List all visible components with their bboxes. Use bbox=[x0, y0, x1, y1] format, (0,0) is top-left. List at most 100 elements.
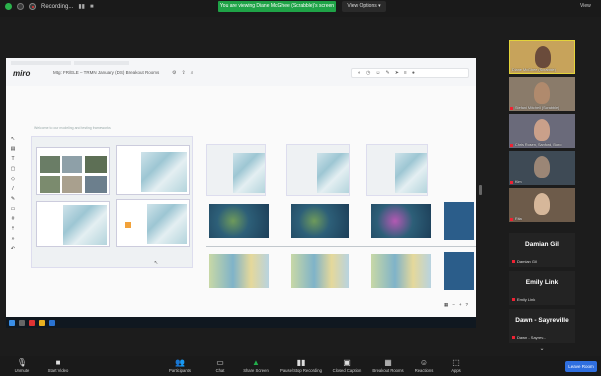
chevron-down-icon[interactable]: ⌄ bbox=[535, 345, 549, 353]
frame-map[interactable] bbox=[206, 144, 266, 196]
reactions-icon[interactable]: ☺ bbox=[375, 70, 380, 76]
view-options-button[interactable]: View Options ▾ bbox=[342, 1, 386, 12]
share-screen-icon: ▲ bbox=[252, 358, 260, 367]
user-icon[interactable]: ● bbox=[412, 70, 415, 76]
top-bar: Recording... ▮▮ ■ You are viewing Diane … bbox=[0, 0, 601, 17]
share-screen-button[interactable]: ▲ Share Screen bbox=[234, 358, 278, 373]
participant-name-tile[interactable]: Dawn - Sayreville Dawn - Sayrev... bbox=[509, 309, 575, 343]
apps-label: Apps bbox=[451, 368, 461, 373]
folder-icon[interactable] bbox=[39, 319, 45, 326]
closed-caption-button[interactable]: ▣ Closed Caption bbox=[325, 358, 369, 373]
select-icon[interactable]: ↖ bbox=[11, 136, 15, 142]
flood-map[interactable] bbox=[291, 204, 349, 238]
recording-label: Pause/Stop Recording bbox=[280, 368, 322, 373]
participant-display-name: Emily Link bbox=[525, 279, 559, 286]
view-button[interactable]: View bbox=[580, 3, 591, 9]
text-icon[interactable]: T bbox=[11, 156, 14, 162]
frame-map[interactable] bbox=[366, 144, 428, 196]
participant-tile[interactable]: Kim bbox=[509, 151, 575, 185]
menu-icon[interactable]: ≡ bbox=[404, 70, 407, 76]
photo-card[interactable] bbox=[36, 147, 110, 195]
leave-room-button[interactable]: Leave Room bbox=[565, 361, 597, 372]
app-icon[interactable] bbox=[29, 319, 35, 326]
search-taskbar-icon[interactable] bbox=[19, 319, 25, 326]
stop-recording-icon[interactable]: ■ bbox=[90, 4, 94, 10]
recording-button[interactable]: ▮▮ Pause/Stop Recording bbox=[279, 358, 323, 373]
upload-icon[interactable]: ⇡ bbox=[11, 226, 15, 232]
sticky-icon[interactable]: ▢ bbox=[11, 166, 16, 172]
info-panel[interactable] bbox=[444, 202, 474, 240]
participant-name: Rita bbox=[515, 217, 522, 221]
shape-icon[interactable]: ◇ bbox=[11, 176, 15, 182]
muted-mic-icon bbox=[512, 260, 515, 263]
participant-name: Dawn - Sayrev... bbox=[517, 335, 547, 340]
start-icon[interactable] bbox=[9, 319, 15, 326]
pen-tool-icon[interactable]: ✎ bbox=[11, 196, 15, 202]
line-icon[interactable]: / bbox=[12, 186, 13, 192]
board-actions: ⚙ ⇪ ⌕ bbox=[172, 70, 194, 76]
pen-icon[interactable]: ✎ bbox=[386, 70, 390, 76]
route-map[interactable] bbox=[291, 254, 349, 288]
zoom-window: Recording... ▮▮ ■ You are viewing Diane … bbox=[0, 0, 601, 376]
frame-map[interactable] bbox=[286, 144, 350, 196]
route-map[interactable] bbox=[209, 254, 269, 288]
map-image bbox=[395, 153, 427, 193]
photo bbox=[85, 156, 107, 173]
info-panel[interactable] bbox=[444, 252, 474, 290]
participant-name-tile[interactable]: Damian Gil Damian Gil bbox=[509, 233, 575, 267]
flood-map[interactable] bbox=[209, 204, 269, 238]
participant-tile[interactable]: Rita bbox=[509, 188, 575, 222]
board-title[interactable]: Mtg: FR/ELE – TRMN January (DS) Breakout… bbox=[53, 70, 159, 75]
settings-icon[interactable]: ⚙ bbox=[172, 70, 176, 76]
map-card[interactable] bbox=[116, 145, 190, 195]
meeting-icon[interactable]: ◐ bbox=[358, 70, 361, 76]
windows-taskbar bbox=[6, 317, 476, 328]
help-icon[interactable]: ? bbox=[465, 302, 468, 308]
miro-board[interactable]: Welcome to our modeling and testing fram… bbox=[6, 86, 476, 328]
share-icon[interactable]: ⇪ bbox=[181, 70, 185, 76]
participants-label: Participants bbox=[169, 368, 191, 373]
search-icon[interactable]: ⌕ bbox=[191, 70, 194, 76]
map-card[interactable] bbox=[116, 199, 190, 247]
participant-tile[interactable]: Diane McGhee (Scrabble) bbox=[509, 40, 575, 74]
sticky-note[interactable] bbox=[125, 222, 131, 228]
muted-mic-icon bbox=[510, 181, 513, 184]
cursor-icon[interactable]: ➤ bbox=[395, 70, 399, 76]
participant-name-tile[interactable]: Emily Link Emily Link bbox=[509, 271, 575, 305]
photo bbox=[62, 176, 82, 193]
participant-tile[interactable]: Chris Rosen, Sanford, Boro bbox=[509, 114, 575, 148]
participant-name: Stefani Mitchell (Scrabble) bbox=[515, 106, 560, 110]
muted-mic-icon bbox=[512, 298, 515, 301]
browser-icon[interactable] bbox=[49, 319, 55, 326]
flood-map[interactable] bbox=[371, 204, 431, 238]
comment-icon[interactable]: ▭ bbox=[11, 206, 16, 212]
participant-tile[interactable]: Stefani Mitchell (Scrabble) bbox=[509, 77, 575, 111]
zoom-controls: ▦ − + ? bbox=[444, 302, 468, 308]
apps-button[interactable]: ⬚ Apps bbox=[434, 358, 478, 373]
frame-left[interactable] bbox=[31, 136, 193, 268]
map-card[interactable] bbox=[36, 201, 110, 247]
start-video-button[interactable]: ■ Start Video bbox=[36, 358, 80, 373]
route-map[interactable] bbox=[371, 254, 431, 288]
browser-tab[interactable] bbox=[11, 61, 71, 65]
zoom-in-icon[interactable]: + bbox=[459, 302, 462, 308]
cc-icon: ▣ bbox=[343, 358, 351, 367]
template-icon[interactable]: ▤ bbox=[11, 146, 16, 152]
shield-icon[interactable] bbox=[5, 3, 12, 10]
scroll-handle[interactable] bbox=[479, 185, 482, 195]
map-image bbox=[317, 153, 349, 193]
board-toolbar: ↖ ▤ T ▢ ◇ / ✎ ▭ # ⇡ » ↶ bbox=[9, 136, 17, 256]
more-icon[interactable]: » bbox=[12, 236, 15, 242]
info-icon[interactable] bbox=[17, 3, 24, 10]
participants-button[interactable]: 👥 Participants bbox=[158, 358, 202, 373]
muted-mic-icon bbox=[510, 107, 513, 110]
participant-video bbox=[534, 156, 550, 178]
zoom-out-icon[interactable]: − bbox=[452, 302, 455, 308]
frame-icon[interactable]: # bbox=[12, 216, 15, 222]
minimap-icon[interactable]: ▦ bbox=[444, 302, 448, 308]
undo-icon[interactable]: ↶ bbox=[11, 246, 15, 252]
pause-recording-icon[interactable]: ▮▮ bbox=[78, 3, 85, 10]
browser-tab[interactable] bbox=[74, 61, 129, 65]
timer-icon[interactable]: ◷ bbox=[366, 70, 370, 76]
shared-screen: miro Mtg: FR/ELE – TRMN January (DS) Bre… bbox=[6, 58, 476, 328]
